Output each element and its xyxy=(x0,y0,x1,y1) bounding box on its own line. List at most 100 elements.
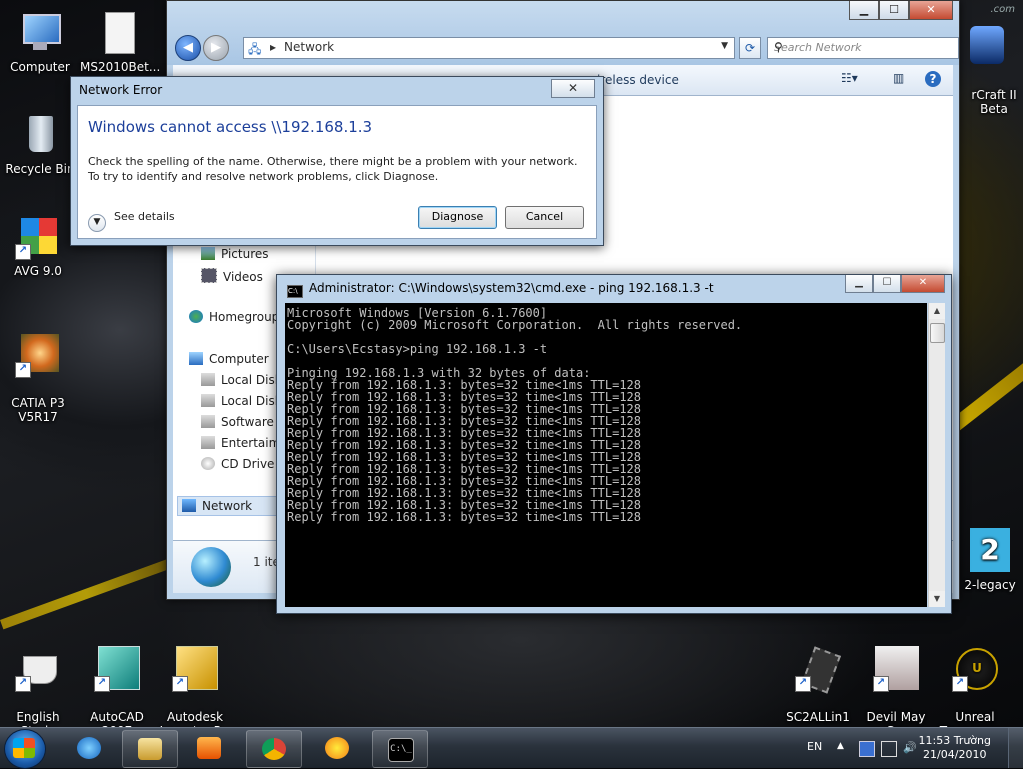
desktop-icon-unreal[interactable]: U ↗ Unreal Tourname... xyxy=(937,632,1013,727)
taskbar-media-player[interactable] xyxy=(182,730,236,766)
taskbar-yahoo-messenger[interactable] xyxy=(310,730,364,766)
desktop-icon-starcraft[interactable]: rCraft II Beta xyxy=(950,10,1023,130)
minimize-button[interactable]: ▁ xyxy=(849,1,879,20)
chevron-down-icon[interactable]: ▼ xyxy=(721,41,728,51)
maximize-button[interactable]: ☐ xyxy=(879,1,909,20)
clock-time: 11:53 Trường xyxy=(918,734,991,747)
desktop-icon-catia[interactable]: ↗ CATIA P3 V5R17 xyxy=(0,318,76,438)
coffee-cup-icon: ↗ xyxy=(15,646,61,692)
clock-date: 21/04/2010 xyxy=(923,748,987,761)
language-indicator[interactable]: EN xyxy=(807,740,822,753)
shortcut-arrow-icon: ↗ xyxy=(15,362,31,378)
network-icon xyxy=(182,499,196,512)
address-bar[interactable]: 🖧 ▸ Network ▼ xyxy=(243,37,735,59)
document-icon xyxy=(95,10,141,56)
taskbar-command-prompt[interactable]: C:\_ xyxy=(372,730,428,768)
back-button[interactable]: ◀ xyxy=(175,35,201,61)
dialog-message: Check the spelling of the name. Otherwis… xyxy=(88,155,578,183)
dialog-close-button[interactable]: ✕ xyxy=(551,79,595,98)
recycle-bin-icon xyxy=(17,112,63,158)
explorer-window-buttons: ▁ ☐ ✕ xyxy=(849,1,953,20)
cmd-window[interactable]: C:\ Administrator: C:\Windows\system32\cm… xyxy=(276,274,952,614)
desktop-icon-autocad[interactable]: ↗ AutoCAD 2007 xyxy=(79,632,155,727)
show-desktop-button[interactable] xyxy=(1008,728,1023,768)
input-method-icon[interactable] xyxy=(859,741,875,757)
network-icon: 🖧 xyxy=(248,42,262,56)
desktop-icon-label: MS2010Bet... xyxy=(80,60,161,74)
nav-item-homegroup[interactable]: Homegroup xyxy=(189,310,279,324)
minimize-button[interactable]: ▁ xyxy=(845,275,873,293)
homegroup-icon xyxy=(189,310,203,323)
nav-item-local-disk-2[interactable]: Local Disk xyxy=(201,394,282,408)
refresh-icon: ⟳ xyxy=(744,41,756,55)
scroll-thumb[interactable] xyxy=(930,323,945,343)
computer-icon xyxy=(17,10,63,56)
vertical-scrollbar[interactable]: ▲ ▼ xyxy=(928,303,945,607)
refresh-button[interactable]: ⟳ xyxy=(739,37,761,59)
desktop-icon-label: Devil May Cry 3 Special Ed... xyxy=(866,710,926,727)
desktop-icon-inventor[interactable]: ↗ Autodesk Inventor P... xyxy=(157,632,233,727)
see-details-toggle[interactable]: ▼ See details xyxy=(88,210,175,232)
cmd-window-buttons: ▁ ☐ ✕ xyxy=(845,275,945,293)
volume-icon[interactable]: 🔊 xyxy=(903,741,917,755)
view-options-icon[interactable]: ☷▾ xyxy=(841,71,859,87)
nav-label: Network xyxy=(202,499,253,513)
nav-item-software[interactable]: Software ( xyxy=(201,415,282,429)
starcraft-icon xyxy=(964,24,1010,70)
desktop-icon-legacy[interactable]: 2 2-legacy xyxy=(958,528,1022,592)
see-details-label: See details xyxy=(114,210,175,223)
maximize-button[interactable]: ☐ xyxy=(873,275,901,293)
desktop-icon-computer[interactable]: Computer xyxy=(2,10,78,74)
taskbar-chrome[interactable] xyxy=(246,730,302,768)
desktop-icon-english-study[interactable]: ↗ English Study Pro 1.0 xyxy=(0,632,76,727)
cmd-titlebar: C:\ Administrator: C:\Windows\system32\cm… xyxy=(287,281,714,298)
tray-expand-icon[interactable]: ▲ xyxy=(837,741,851,755)
clock[interactable]: 11:53 Trường 21/04/2010 xyxy=(919,734,991,762)
preview-pane-icon[interactable]: ▥ xyxy=(893,71,911,87)
chevron-down-icon: ▼ xyxy=(88,214,106,232)
start-button[interactable] xyxy=(4,729,46,769)
desktop-icon-avg[interactable]: ↗ AVG 9.0 xyxy=(0,214,76,278)
chip-icon: ↗ xyxy=(795,646,841,694)
nav-item-pictures[interactable]: Pictures xyxy=(201,247,269,261)
desktop-icon-label: Computer xyxy=(10,60,70,74)
close-button[interactable]: ✕ xyxy=(909,1,953,20)
desktop-icon-label: AVG 9.0 xyxy=(14,264,62,278)
nav-item-videos[interactable]: Videos xyxy=(201,268,263,284)
close-button[interactable]: ✕ xyxy=(901,275,945,293)
chrome-icon xyxy=(262,738,286,760)
nav-label: Software ( xyxy=(221,415,283,429)
explorer-navbar: ◀ ▶ 🖧 ▸ Network ▼ ⟳ Search Network ⚲ xyxy=(175,33,959,61)
nav-item-cd-drive[interactable]: CD Drive ( xyxy=(201,457,283,471)
catia-icon: ↗ xyxy=(15,332,61,378)
network-globe-icon xyxy=(191,547,231,587)
scroll-down-icon[interactable]: ▼ xyxy=(929,591,945,607)
desktop-icon-ms2010[interactable]: MS2010Bet... xyxy=(80,10,161,74)
shortcut-arrow-icon: ↗ xyxy=(15,676,31,692)
desktop-icon-recycle-bin[interactable]: Recycle Bin xyxy=(2,112,78,176)
console-output[interactable]: Microsoft Windows [Version 6.1.7600] Cop… xyxy=(285,303,927,607)
wireless-device-command[interactable]: ireless device xyxy=(597,73,679,87)
nav-item-local-disk-1[interactable]: Local Disk xyxy=(201,373,282,387)
nav-label: Local Disk xyxy=(221,394,282,408)
desktop-icon-label: 2-legacy xyxy=(964,578,1016,592)
nav-item-entertainment[interactable]: Entertaim xyxy=(201,436,280,450)
desktop-icon-label: Autodesk Inventor P... xyxy=(160,710,231,727)
scroll-up-icon[interactable]: ▲ xyxy=(929,303,945,319)
diagnose-button[interactable]: Diagnose xyxy=(418,206,497,229)
network-error-dialog[interactable]: Network Error ✕ Windows cannot access \\… xyxy=(70,76,604,246)
forward-button[interactable]: ▶ xyxy=(203,35,229,61)
search-input[interactable]: Search Network ⚲ xyxy=(767,37,959,59)
nav-item-computer[interactable]: Computer xyxy=(189,352,269,366)
drive-icon xyxy=(201,373,215,386)
desktop-icon-sc2allin1[interactable]: ↗ SC2ALLin1 xyxy=(780,632,856,727)
desktop-icon-devil-may-cry[interactable]: ↗ Devil May Cry 3 Special Ed... xyxy=(858,632,934,727)
network-status-icon[interactable] xyxy=(881,741,897,757)
shortcut-arrow-icon: ↗ xyxy=(795,676,811,692)
taskbar-internet-explorer[interactable] xyxy=(62,730,116,766)
nav-label: Videos xyxy=(223,270,263,284)
taskbar-windows-explorer[interactable] xyxy=(122,730,178,768)
nav-label: Homegroup xyxy=(209,310,280,324)
cancel-button[interactable]: Cancel xyxy=(505,206,584,229)
help-icon[interactable]: ? xyxy=(925,71,941,87)
